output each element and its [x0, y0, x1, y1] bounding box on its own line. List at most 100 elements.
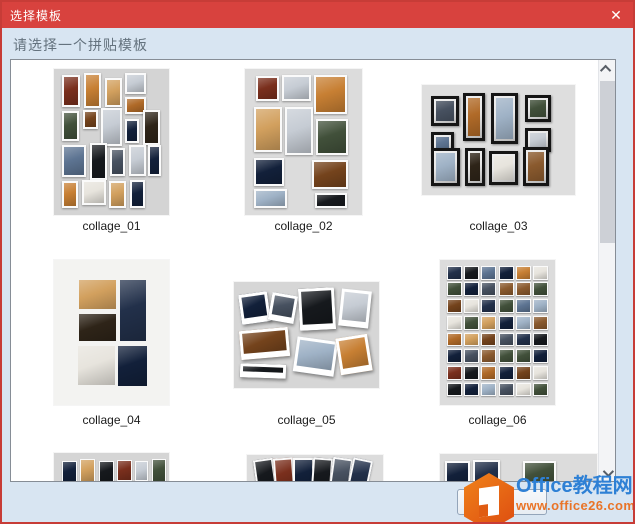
collage-photo-tile — [268, 291, 299, 324]
template-scroll-area: collage_01 collage_02 collage_03 collage… — [10, 59, 616, 482]
collage-photo-tile — [464, 147, 485, 187]
collage-photo-tile — [293, 457, 314, 481]
template-picker-dialog: 选择模板 ✕ 请选择一个拼贴模板 collage_01 collage_02 c… — [0, 0, 635, 524]
close-icon[interactable]: ✕ — [603, 2, 629, 28]
template-label-collage-03: collage_03 — [469, 219, 528, 233]
collage-photo-tile — [446, 365, 462, 380]
scrollbar-thumb[interactable] — [600, 81, 615, 243]
collage-photo-tile — [298, 287, 337, 332]
collage-photo-tile — [284, 106, 313, 156]
collage-photo-tile — [522, 146, 549, 187]
confirm-button[interactable] — [457, 489, 547, 515]
collage-photo-tile — [533, 332, 549, 347]
collage-photo-tile — [515, 365, 531, 380]
template-label-collage-05: collage_05 — [277, 413, 336, 427]
collage-photo-tile — [481, 315, 497, 330]
dialog-title: 选择模板 — [10, 8, 63, 23]
collage-photo-tile — [431, 96, 459, 126]
collage-photo-tile — [464, 332, 480, 347]
collage-photo-tile — [515, 349, 531, 363]
collage-photo-tile — [254, 106, 283, 153]
collage-photo-tile — [481, 365, 497, 380]
collage-photo-tile — [533, 349, 549, 363]
template-label-collage-04: collage_04 — [82, 413, 141, 427]
collage-photo-tile — [498, 382, 514, 397]
prompt-text: 请选择一个拼贴模板 — [13, 37, 148, 53]
collage-photo-tile — [62, 144, 87, 178]
collage-photo-tile — [533, 315, 549, 330]
collage-photo-tile — [490, 92, 519, 145]
collage-photo-tile — [533, 382, 549, 397]
collage-photo-tile — [515, 282, 531, 297]
collage-photo-tile — [101, 108, 122, 147]
collage-photo-tile — [446, 282, 462, 297]
chevron-up-icon — [599, 64, 612, 76]
collage-photo-tile — [515, 315, 531, 330]
scroll-down-button[interactable] — [599, 464, 615, 481]
collage-photo-tile — [481, 332, 497, 347]
collage-photo-tile — [464, 265, 480, 280]
dialog-titlebar[interactable]: 选择模板 ✕ — [2, 2, 633, 28]
collage-photo-tile — [128, 144, 146, 176]
collage-photo-tile — [463, 92, 485, 142]
collage-photo-tile — [481, 382, 497, 397]
collage-photo-tile — [83, 73, 102, 109]
collage-photo-tile — [255, 76, 279, 102]
collage-photo-tile — [444, 461, 470, 481]
template-thumbnail-collage-01[interactable] — [54, 69, 169, 215]
collage-photo-tile — [498, 265, 514, 280]
template-label-collage-02: collage_02 — [274, 219, 333, 233]
vertical-scrollbar[interactable] — [598, 60, 615, 481]
template-grid: collage_01 collage_02 collage_03 collage… — [11, 60, 598, 481]
collage-photo-tile — [523, 461, 557, 481]
collage-photo-tile — [237, 290, 271, 325]
collage-photo-tile — [151, 459, 166, 481]
collage-photo-tile — [78, 345, 115, 385]
template-thumbnail-collage-06[interactable] — [440, 260, 555, 405]
collage-photo-tile — [481, 299, 497, 313]
collage-photo-tile — [62, 181, 79, 208]
template-thumbnail-collage-02[interactable] — [245, 69, 362, 215]
collage-photo-tile — [315, 193, 347, 208]
collage-photo-tile — [125, 73, 146, 94]
collage-photo-tile — [282, 74, 311, 102]
template-thumbnail-collage-04[interactable] — [54, 260, 169, 405]
template-thumbnail-collage-03[interactable] — [422, 85, 575, 195]
collage-photo-tile — [489, 151, 519, 186]
collage-photo-tile — [498, 332, 514, 347]
collage-photo-tile — [524, 94, 551, 123]
collage-photo-tile — [316, 118, 348, 156]
collage-photo-tile — [515, 265, 531, 280]
collage-photo-tile — [109, 181, 127, 208]
collage-photo-tile — [239, 362, 287, 379]
collage-photo-tile — [314, 74, 347, 115]
chevron-down-icon — [602, 465, 615, 477]
collage-photo-tile — [119, 280, 147, 342]
scroll-up-button[interactable] — [599, 60, 615, 77]
collage-photo-tile — [110, 147, 126, 176]
collage-photo-tile — [148, 144, 161, 176]
collage-photo-tile — [125, 118, 140, 144]
collage-photo-tile — [464, 315, 480, 330]
collage-photo-tile — [533, 282, 549, 297]
collage-photo-tile — [446, 315, 462, 330]
collage-photo-tile — [533, 365, 549, 380]
collage-photo-tile — [498, 315, 514, 330]
collage-photo-tile — [446, 382, 462, 397]
collage-photo-tile — [238, 326, 291, 360]
template-thumbnail-partial-right[interactable] — [440, 454, 597, 481]
collage-photo-tile — [129, 179, 145, 208]
collage-photo-tile — [498, 299, 514, 313]
collage-photo-tile — [498, 349, 514, 363]
template-thumbnail-partial-left[interactable] — [54, 453, 169, 481]
collage-photo-tile — [498, 365, 514, 380]
collage-photo-tile — [62, 74, 81, 107]
collage-photo-tile — [80, 459, 96, 481]
collage-photo-tile — [464, 282, 480, 297]
collage-photo-tile — [79, 280, 117, 310]
template-label-collage-06: collage_06 — [468, 413, 527, 427]
collage-photo-tile — [311, 159, 348, 189]
template-thumbnail-partial-middle[interactable] — [247, 455, 383, 481]
collage-photo-tile — [446, 299, 462, 313]
template-thumbnail-collage-05[interactable] — [234, 282, 379, 388]
